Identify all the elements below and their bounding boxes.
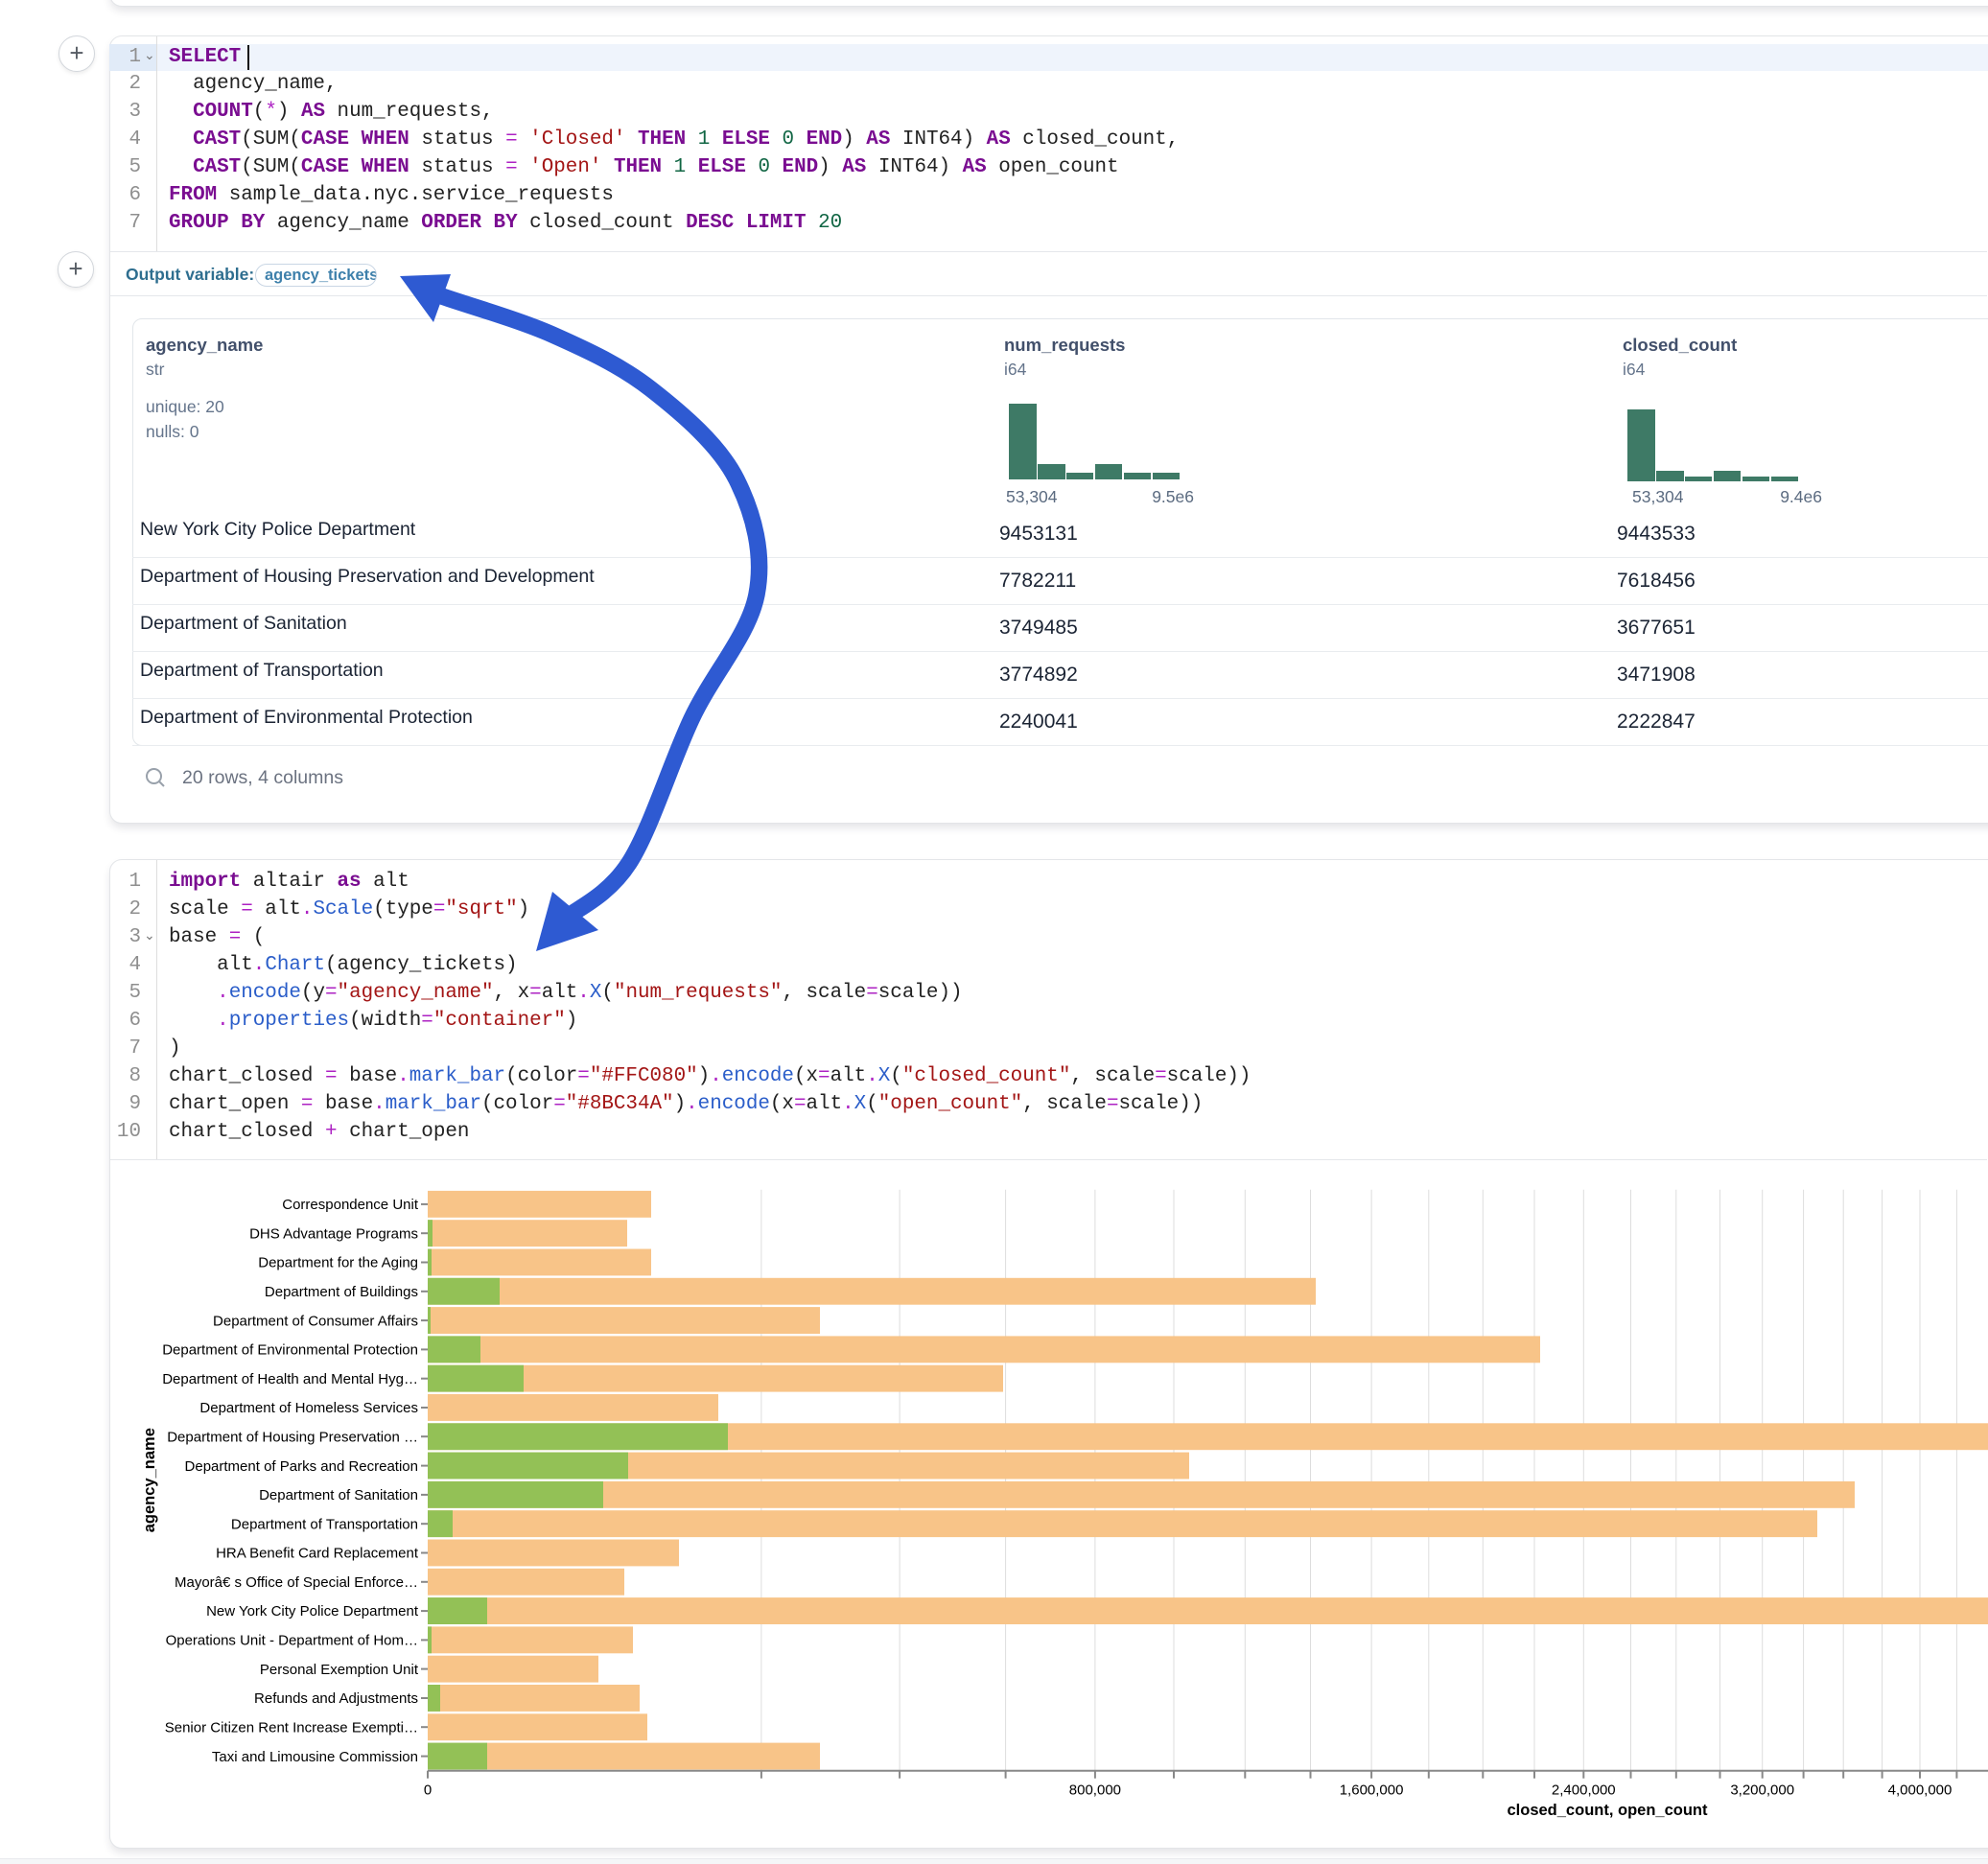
svg-text:Department of Sanitation: Department of Sanitation <box>259 1487 418 1503</box>
svg-text:DHS Advantage Programs: DHS Advantage Programs <box>249 1225 418 1242</box>
svg-text:Personal Exemption Unit: Personal Exemption Unit <box>260 1662 419 1678</box>
svg-text:HRA Benefit Card Replacement: HRA Benefit Card Replacement <box>216 1546 419 1562</box>
svg-text:closed_count, open_count: closed_count, open_count <box>1507 1802 1708 1819</box>
svg-text:0: 0 <box>424 1782 432 1799</box>
svg-text:Senior Citizen Rent Increase E: Senior Citizen Rent Increase Exempti… <box>165 1720 418 1736</box>
svg-text:Department for the Aging: Department for the Aging <box>258 1255 418 1271</box>
svg-text:Department of Health and Menta: Department of Health and Mental Hyg… <box>162 1371 418 1387</box>
svg-text:Operations Unit - Department o: Operations Unit - Department of Hom… <box>166 1633 418 1649</box>
svg-text:New York City Police Departmen: New York City Police Department <box>206 1603 419 1619</box>
svg-text:Correspondence Unit: Correspondence Unit <box>282 1197 419 1213</box>
svg-text:800,000: 800,000 <box>1069 1782 1121 1799</box>
svg-text:Department of Housing Preserva: Department of Housing Preservation … <box>167 1429 418 1445</box>
svg-text:Mayorâ€ s Office of Special En: Mayorâ€ s Office of Special Enforce… <box>175 1574 418 1591</box>
svg-text:Department of Environmental Pr: Department of Environmental Protection <box>162 1342 418 1359</box>
svg-text:agency_name: agency_name <box>141 1428 158 1532</box>
svg-text:Department of Parks and Recrea: Department of Parks and Recreation <box>185 1458 418 1475</box>
svg-text:Taxi and Limousine Commission: Taxi and Limousine Commission <box>212 1749 418 1765</box>
svg-text:Department of Buildings: Department of Buildings <box>265 1284 418 1300</box>
svg-text:3,200,000: 3,200,000 <box>1730 1782 1794 1799</box>
svg-text:Refunds and Adjustments: Refunds and Adjustments <box>254 1690 418 1707</box>
svg-text:1,600,000: 1,600,000 <box>1340 1782 1404 1799</box>
svg-text:Department of Consumer Affairs: Department of Consumer Affairs <box>213 1313 418 1329</box>
svg-text:Department of Homeless Service: Department of Homeless Services <box>199 1400 418 1416</box>
svg-text:4,000,000: 4,000,000 <box>1888 1782 1953 1799</box>
svg-text:Department of Transportation: Department of Transportation <box>231 1516 418 1532</box>
svg-text:2,400,000: 2,400,000 <box>1552 1782 1616 1799</box>
